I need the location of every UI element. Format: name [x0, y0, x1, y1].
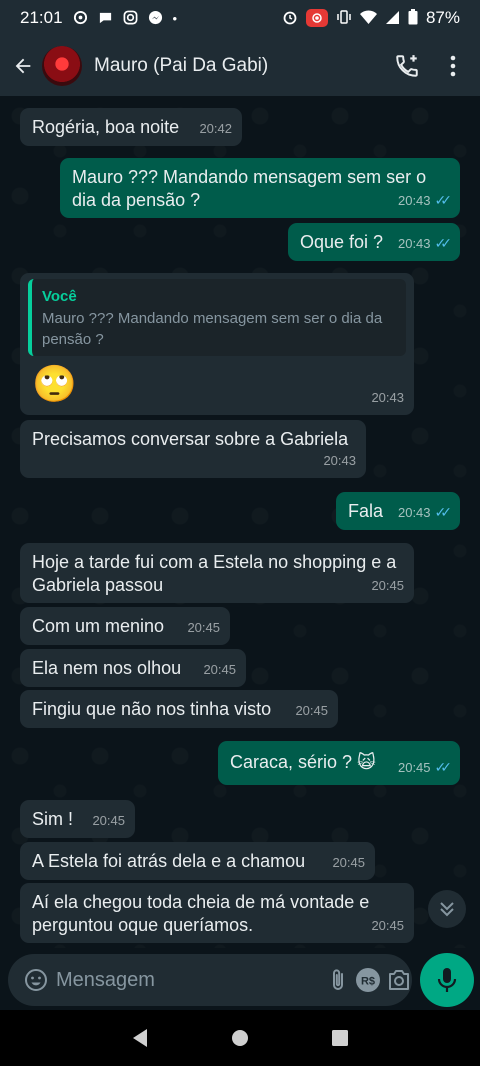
nav-back-button[interactable]	[120, 1018, 160, 1058]
message-incoming[interactable]: Rogéria, boa noite 20:42	[20, 108, 242, 146]
quoted-text: Mauro ??? Mandando mensagem sem ser o di…	[42, 310, 383, 348]
message-incoming[interactable]: Com um menino 20:45	[20, 607, 230, 645]
emoji-eye-roll: 🙄	[32, 363, 77, 404]
nav-home-button[interactable]	[220, 1018, 260, 1058]
screen-record-icon	[305, 9, 328, 27]
message-time: 20:45	[371, 578, 404, 593]
contact-name[interactable]: Mauro (Pai Da Gabi)	[94, 55, 378, 77]
nav-recents-icon	[332, 1030, 348, 1046]
message-input[interactable]	[56, 968, 321, 992]
read-ticks-icon: ✓✓	[434, 759, 453, 775]
message-time: 20:45	[92, 813, 125, 828]
emoji-icon[interactable]	[24, 962, 48, 998]
scroll-to-bottom-button[interactable]	[428, 890, 466, 928]
message-list[interactable]: Rogéria, boa noite 20:42 Mauro ??? Manda…	[0, 96, 480, 948]
message-incoming[interactable]: Sim ! 20:45	[20, 800, 135, 838]
message-text: Aí ela chegou toda cheia de má vontade e…	[32, 892, 370, 935]
message-outgoing[interactable]: Oque foi ? 20:43 ✓✓	[288, 223, 460, 261]
message-composer: R$	[8, 954, 412, 1006]
nav-recents-button[interactable]	[320, 1018, 360, 1058]
read-ticks-icon: ✓✓	[434, 235, 453, 251]
alarm-icon	[282, 9, 298, 27]
message-time: 20:45	[332, 855, 365, 870]
message-text: A Estela foi atrás dela e a chamou	[32, 851, 306, 871]
voice-message-button[interactable]	[420, 953, 474, 1007]
payment-label: R$	[361, 976, 375, 988]
message-outgoing[interactable]: Caraca, sério ? 🙀 20:45 ✓✓	[218, 741, 460, 785]
status-time: 21:01	[20, 8, 63, 27]
dot-icon: •	[172, 10, 178, 26]
microphone-icon	[437, 968, 457, 992]
chat-bubble-icon	[98, 10, 113, 27]
double-chevron-down-icon	[440, 902, 454, 917]
message-text: Precisamos conversar sobre a Gabriela	[32, 429, 349, 449]
message-time: 20:43	[371, 390, 404, 405]
camera-icon[interactable]	[387, 962, 411, 998]
nav-back-icon	[133, 1029, 147, 1047]
message-time: 20:43	[397, 193, 431, 208]
cast-icon	[73, 10, 88, 27]
vibrate-icon	[336, 9, 352, 27]
status-bar: 21:01 • 87%	[0, 0, 480, 36]
message-outgoing[interactable]: Mauro ??? Mandando mensagem sem ser o di…	[60, 158, 460, 218]
nav-home-icon	[232, 1030, 248, 1046]
composer-bar: R$	[0, 948, 480, 1010]
message-incoming[interactable]: Aí ela chegou toda cheia de má vontade e…	[20, 883, 414, 943]
quoted-author: Você	[42, 288, 77, 305]
message-time: 20:43	[397, 505, 431, 520]
wifi-icon	[359, 9, 377, 27]
system-navigation-bar	[0, 1010, 480, 1066]
message-time: 20:43	[397, 236, 431, 251]
message-incoming[interactable]: Fingiu que não nos tinha visto 20:45	[20, 690, 338, 728]
chat-header: Mauro (Pai Da Gabi)	[0, 36, 480, 96]
message-incoming[interactable]: Precisamos conversar sobre a Gabriela 20…	[20, 420, 366, 478]
message-incoming[interactable]: Hoje a tarde fui com a Estela no shoppin…	[20, 543, 414, 603]
instagram-icon	[123, 10, 138, 27]
message-incoming[interactable]: Ela nem nos olhou 20:45	[20, 649, 246, 687]
attach-icon[interactable]	[327, 962, 349, 998]
message-text: Hoje a tarde fui com a Estela no shoppin…	[32, 552, 397, 595]
message-text: Fingiu que não nos tinha visto	[32, 699, 272, 719]
message-time: 20:45	[187, 620, 220, 635]
message-time: 20:45	[397, 760, 431, 775]
battery-percent: 87%	[425, 8, 460, 27]
more-options-icon[interactable]	[436, 49, 470, 83]
add-call-icon[interactable]	[390, 49, 424, 83]
back-arrow-icon[interactable]	[10, 53, 36, 79]
signal-icon	[385, 10, 400, 27]
message-incoming[interactable]: A Estela foi atrás dela e a chamou 20:45	[20, 842, 375, 880]
message-time: 20:45	[371, 918, 404, 933]
message-incoming-reply[interactable]: Você Mauro ??? Mandando mensagem sem ser…	[20, 273, 414, 415]
message-time: 20:42	[199, 121, 232, 136]
read-ticks-icon: ✓✓	[434, 192, 453, 208]
message-time: 20:45	[203, 662, 236, 677]
message-text: Mauro ??? Mandando mensagem sem ser o di…	[72, 167, 427, 210]
message-time: 20:43	[323, 453, 356, 468]
messenger-icon	[148, 10, 163, 27]
quoted-message[interactable]: Você Mauro ??? Mandando mensagem sem ser…	[28, 279, 406, 356]
payment-icon[interactable]: R$	[355, 962, 381, 998]
battery-icon	[408, 9, 418, 27]
read-ticks-icon: ✓✓	[434, 504, 453, 520]
contact-avatar[interactable]	[42, 46, 82, 86]
message-time: 20:45	[295, 703, 328, 718]
message-outgoing[interactable]: Fala 20:43 ✓✓	[336, 492, 460, 530]
